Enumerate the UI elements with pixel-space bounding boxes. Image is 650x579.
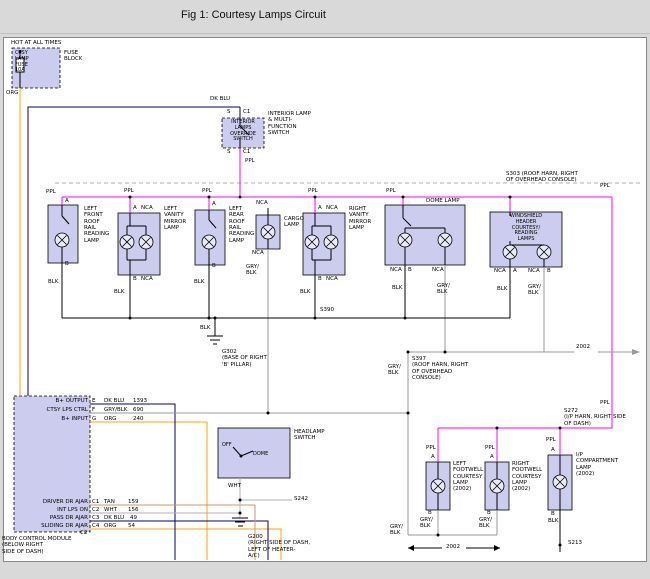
interior-lamps-override-switch-box [222, 118, 264, 148]
lamp-bulb-icon [490, 479, 504, 493]
title-bar: Fig 1: Courtesy Lamps Circuit [0, 0, 650, 34]
lamp-bulb-icon [537, 245, 551, 259]
lamp-bulb-icon [305, 235, 319, 249]
lamp-bulb-icon [261, 225, 275, 239]
lamp-bulb-icon [139, 235, 153, 249]
wiring-diagram-canvas [0, 0, 650, 579]
lamp-bulb-icon [431, 479, 445, 493]
windshield-header-lamps-box [490, 212, 562, 267]
lamp-bulb-icon [398, 233, 412, 247]
fuse-element-icon [16, 58, 24, 72]
headlamp-switch-box [218, 428, 290, 478]
lamp-bulb-icon [503, 245, 517, 259]
lamp-bulb-icon [55, 233, 69, 247]
lamp-bulb-icon [120, 235, 134, 249]
figure-title: Fig 1: Courtesy Lamps Circuit [181, 9, 326, 21]
lamp-bulb-icon [324, 235, 338, 249]
body-control-module-box [14, 396, 90, 532]
lamp-bulb-icon [202, 235, 216, 249]
lamp-bulb-icon [438, 233, 452, 247]
lamp-bulb-icon [553, 475, 567, 489]
dome-lamp-box [385, 205, 465, 265]
